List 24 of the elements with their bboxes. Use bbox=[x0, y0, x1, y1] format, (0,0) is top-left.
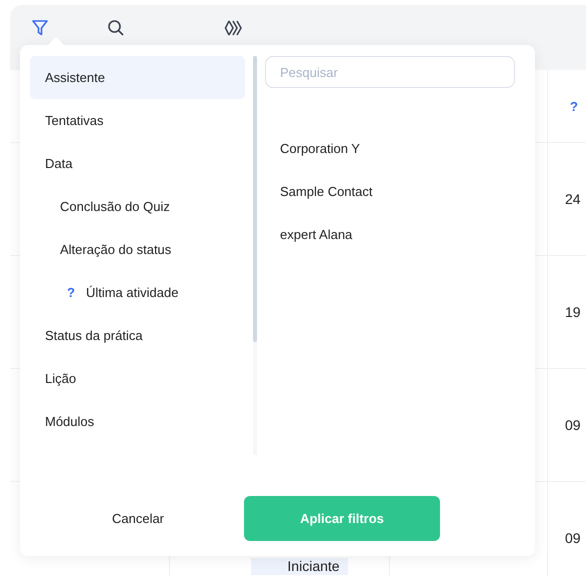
filter-option[interactable]: expert Alana bbox=[280, 226, 515, 243]
filter-category[interactable]: Status da prática bbox=[30, 314, 245, 357]
filter-category[interactable]: Tentativas bbox=[30, 99, 245, 142]
table-cell: 09 bbox=[565, 530, 581, 546]
filter-category[interactable]: Assistente bbox=[30, 56, 245, 99]
chevrons-icon[interactable] bbox=[224, 19, 242, 37]
filter-category[interactable]: Alteração do status bbox=[30, 228, 245, 271]
filter-option[interactable]: Sample Contact bbox=[280, 183, 515, 200]
table-cell: 24 bbox=[565, 191, 581, 207]
cancel-button[interactable]: Cancelar bbox=[60, 496, 216, 541]
filter-category[interactable]: Lição bbox=[30, 357, 245, 400]
filter-category[interactable]: ? Última atividade bbox=[30, 271, 245, 314]
filter-category[interactable]: Módulos bbox=[30, 400, 245, 443]
filter-icon[interactable] bbox=[31, 19, 49, 37]
column-header: ? bbox=[570, 98, 578, 114]
level-badge: Iniciante bbox=[251, 558, 348, 575]
filter-category[interactable]: Conclusão do Quiz bbox=[30, 185, 245, 228]
scrollbar-thumb[interactable] bbox=[253, 56, 257, 342]
filter-option[interactable]: Corporation Y bbox=[280, 140, 515, 157]
search-field[interactable]: Pesquisar bbox=[265, 56, 515, 88]
filter-category[interactable]: Data bbox=[30, 142, 245, 185]
search-icon[interactable] bbox=[107, 19, 125, 37]
table-cell: 09 bbox=[565, 417, 581, 433]
table-cell: 19 bbox=[565, 304, 581, 320]
